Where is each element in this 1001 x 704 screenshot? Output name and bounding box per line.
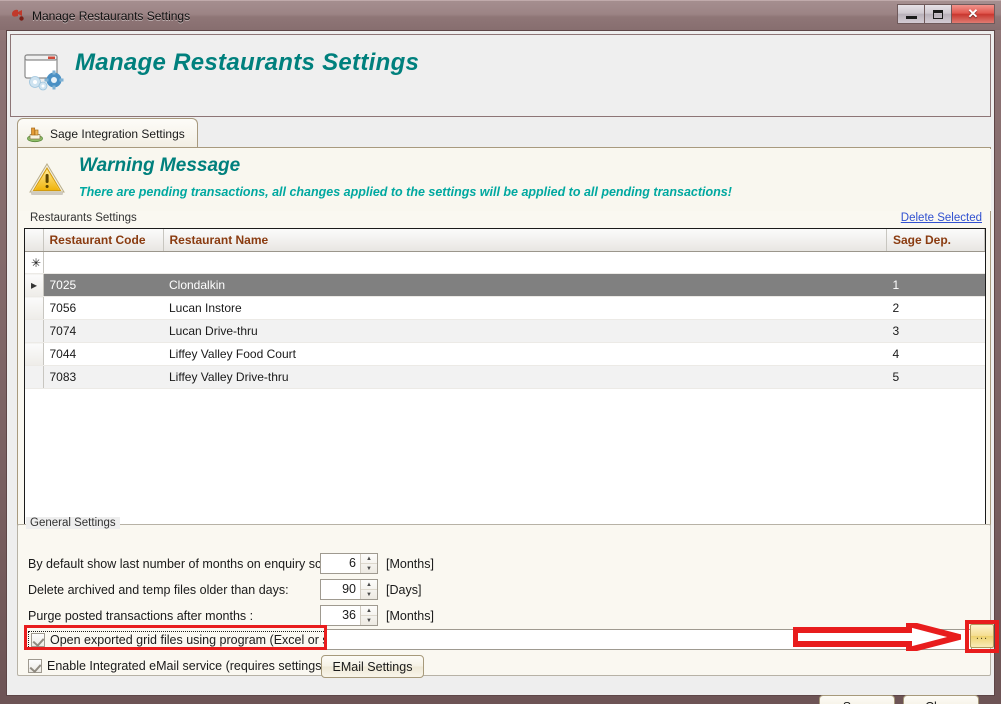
delete-archived-unit: [Days] [386, 582, 422, 597]
setting-row-open-exported: Open exported grid files using program (… [28, 631, 374, 649]
warning-message: There are pending transactions, all chan… [79, 185, 732, 199]
general-settings-label: General Settings [26, 517, 120, 529]
purge-posted-label: Purge posted transactions after months : [28, 608, 254, 623]
cell-sage-dep[interactable]: 3 [886, 319, 985, 343]
table-header-row: Restaurant Code Restaurant Name Sage Dep… [25, 229, 985, 252]
cell-restaurant-code[interactable]: 7025 [43, 273, 163, 297]
cell-sage-dep[interactable]: 5 [886, 365, 985, 389]
settings-window-gears-icon [21, 49, 69, 97]
setting-row-months-enquiry: By default show last number of months on… [28, 553, 434, 574]
months-enquiry-unit: [Months] [386, 556, 434, 571]
row-header-corner [25, 229, 44, 252]
table-new-row[interactable]: ✳ [25, 251, 985, 274]
new-row-dep-cell[interactable] [886, 251, 985, 274]
stepper-arrows[interactable]: ▲ ▼ [360, 606, 377, 625]
restaurants-settings-label: Restaurants Settings [30, 212, 137, 224]
open-exported-label: Open exported grid files using program (… [50, 633, 370, 647]
cell-restaurant-name[interactable]: Lucan Instore [163, 296, 887, 320]
page-title: Manage Restaurants Settings [75, 49, 420, 76]
enable-email-checkbox[interactable]: Enable Integrated eMail service (require… [28, 659, 333, 673]
tab-sage-integration-settings[interactable]: Sage Integration Settings [17, 118, 198, 148]
stepper-up-icon[interactable]: ▲ [361, 580, 377, 590]
header-banner: Manage Restaurants Settings [10, 34, 991, 117]
column-header-sage-dep[interactable]: Sage Dep. [886, 229, 985, 252]
restaurants-table: Restaurant Code Restaurant Name Sage Dep… [25, 229, 985, 389]
app-icon [10, 8, 26, 24]
delete-selected-link[interactable]: Delete Selected [901, 212, 982, 224]
checkbox-checked-icon[interactable] [28, 659, 42, 673]
months-enquiry-value[interactable]: 6 [321, 554, 360, 573]
cell-restaurant-name[interactable]: Clondalkin [163, 273, 887, 297]
window-title: Manage Restaurants Settings [32, 8, 191, 23]
column-header-restaurant-code[interactable]: Restaurant Code [43, 229, 164, 252]
checkbox-checked-icon[interactable] [31, 633, 45, 647]
new-row-code-cell[interactable] [43, 251, 163, 274]
delete-archived-value[interactable]: 90 [321, 580, 360, 599]
months-enquiry-label: By default show last number of months on… [28, 556, 360, 571]
cell-restaurant-code[interactable]: 7044 [43, 342, 163, 366]
table-row[interactable]: 7074 Lucan Drive-thru 3 [25, 319, 985, 343]
window-controls: ✕ [897, 4, 995, 24]
cell-sage-dep[interactable]: 4 [886, 342, 985, 366]
table-row[interactable]: 7083 Liffey Valley Drive-thru 5 [25, 365, 985, 389]
email-settings-button[interactable]: EMail Settings [321, 655, 424, 678]
cell-restaurant-name[interactable]: Liffey Valley Drive-thru [163, 365, 887, 389]
months-enquiry-stepper[interactable]: 6 ▲ ▼ [320, 553, 378, 574]
close-button[interactable]: ✕ [951, 4, 995, 24]
maximize-button[interactable] [924, 4, 952, 24]
restaurants-grid[interactable]: Restaurant Code Restaurant Name Sage Dep… [24, 228, 986, 532]
open-exported-checkbox[interactable]: Open exported grid files using program (… [28, 631, 374, 649]
delete-archived-stepper[interactable]: 90 ▲ ▼ [320, 579, 378, 600]
purge-posted-unit: [Months] [386, 608, 434, 623]
title-bar: Manage Restaurants Settings ✕ [0, 0, 1001, 30]
export-program-path-input[interactable] [325, 629, 972, 650]
stepper-down-icon[interactable]: ▼ [361, 616, 377, 625]
close-dialog-button[interactable]: Close [903, 695, 979, 704]
tab-label: Sage Integration Settings [50, 126, 185, 141]
cell-restaurant-name[interactable]: Lucan Drive-thru [163, 319, 887, 343]
cell-sage-dep[interactable]: 1 [886, 273, 985, 297]
table-row[interactable]: 7056 Lucan Instore 2 [25, 296, 985, 320]
client-area: Manage Restaurants Settings Sage Integra… [6, 30, 999, 704]
warning-title: Warning Message [79, 155, 241, 176]
table-row[interactable]: 7044 Liffey Valley Food Court 4 [25, 342, 985, 366]
save-button[interactable]: Save [819, 695, 895, 704]
stepper-arrows[interactable]: ▲ ▼ [360, 554, 377, 573]
purge-posted-value[interactable]: 36 [321, 606, 360, 625]
setting-row-delete-archived: Delete archived and temp files older tha… [28, 579, 421, 600]
new-row-marker-icon: ✳ [25, 251, 44, 274]
stepper-up-icon[interactable]: ▲ [361, 606, 377, 616]
delete-archived-label: Delete archived and temp files older tha… [28, 582, 289, 597]
stepper-up-icon[interactable]: ▲ [361, 554, 377, 564]
row-selector-icon[interactable]: ▸ [25, 273, 44, 297]
footer-bar: Save Close [10, 689, 991, 704]
general-settings-group: General Settings By default show last nu… [17, 517, 991, 676]
column-header-restaurant-name[interactable]: Restaurant Name [163, 229, 887, 252]
stepper-arrows[interactable]: ▲ ▼ [360, 580, 377, 599]
row-selector[interactable] [25, 365, 44, 389]
warning-triangle-icon [28, 161, 66, 197]
application-window: Manage Restaurants Settings ✕ Manage Res… [0, 0, 1001, 704]
cell-restaurant-code[interactable]: 7074 [43, 319, 163, 343]
enable-email-label: Enable Integrated eMail service (require… [47, 659, 333, 673]
browse-button[interactable]: ... [970, 624, 994, 648]
row-selector[interactable] [25, 296, 44, 320]
cell-restaurant-name[interactable]: Liffey Valley Food Court [163, 342, 887, 366]
table-row[interactable]: ▸ 7025 Clondalkin 1 [25, 273, 985, 297]
warning-banner: Warning Message There are pending transa… [19, 149, 991, 211]
sage-integration-icon [26, 125, 44, 143]
setting-row-enable-email: Enable Integrated eMail service (require… [28, 659, 333, 673]
stepper-down-icon[interactable]: ▼ [361, 590, 377, 599]
row-selector[interactable] [25, 342, 44, 366]
tab-strip: Sage Integration Settings [17, 118, 991, 148]
minimize-button[interactable] [897, 4, 925, 24]
cell-restaurant-code[interactable]: 7083 [43, 365, 163, 389]
cell-restaurant-code[interactable]: 7056 [43, 296, 163, 320]
purge-posted-stepper[interactable]: 36 ▲ ▼ [320, 605, 378, 626]
cell-sage-dep[interactable]: 2 [886, 296, 985, 320]
stepper-down-icon[interactable]: ▼ [361, 564, 377, 573]
new-row-name-cell[interactable] [163, 251, 887, 274]
row-selector[interactable] [25, 319, 44, 343]
setting-row-purge-posted: Purge posted transactions after months :… [28, 605, 434, 626]
